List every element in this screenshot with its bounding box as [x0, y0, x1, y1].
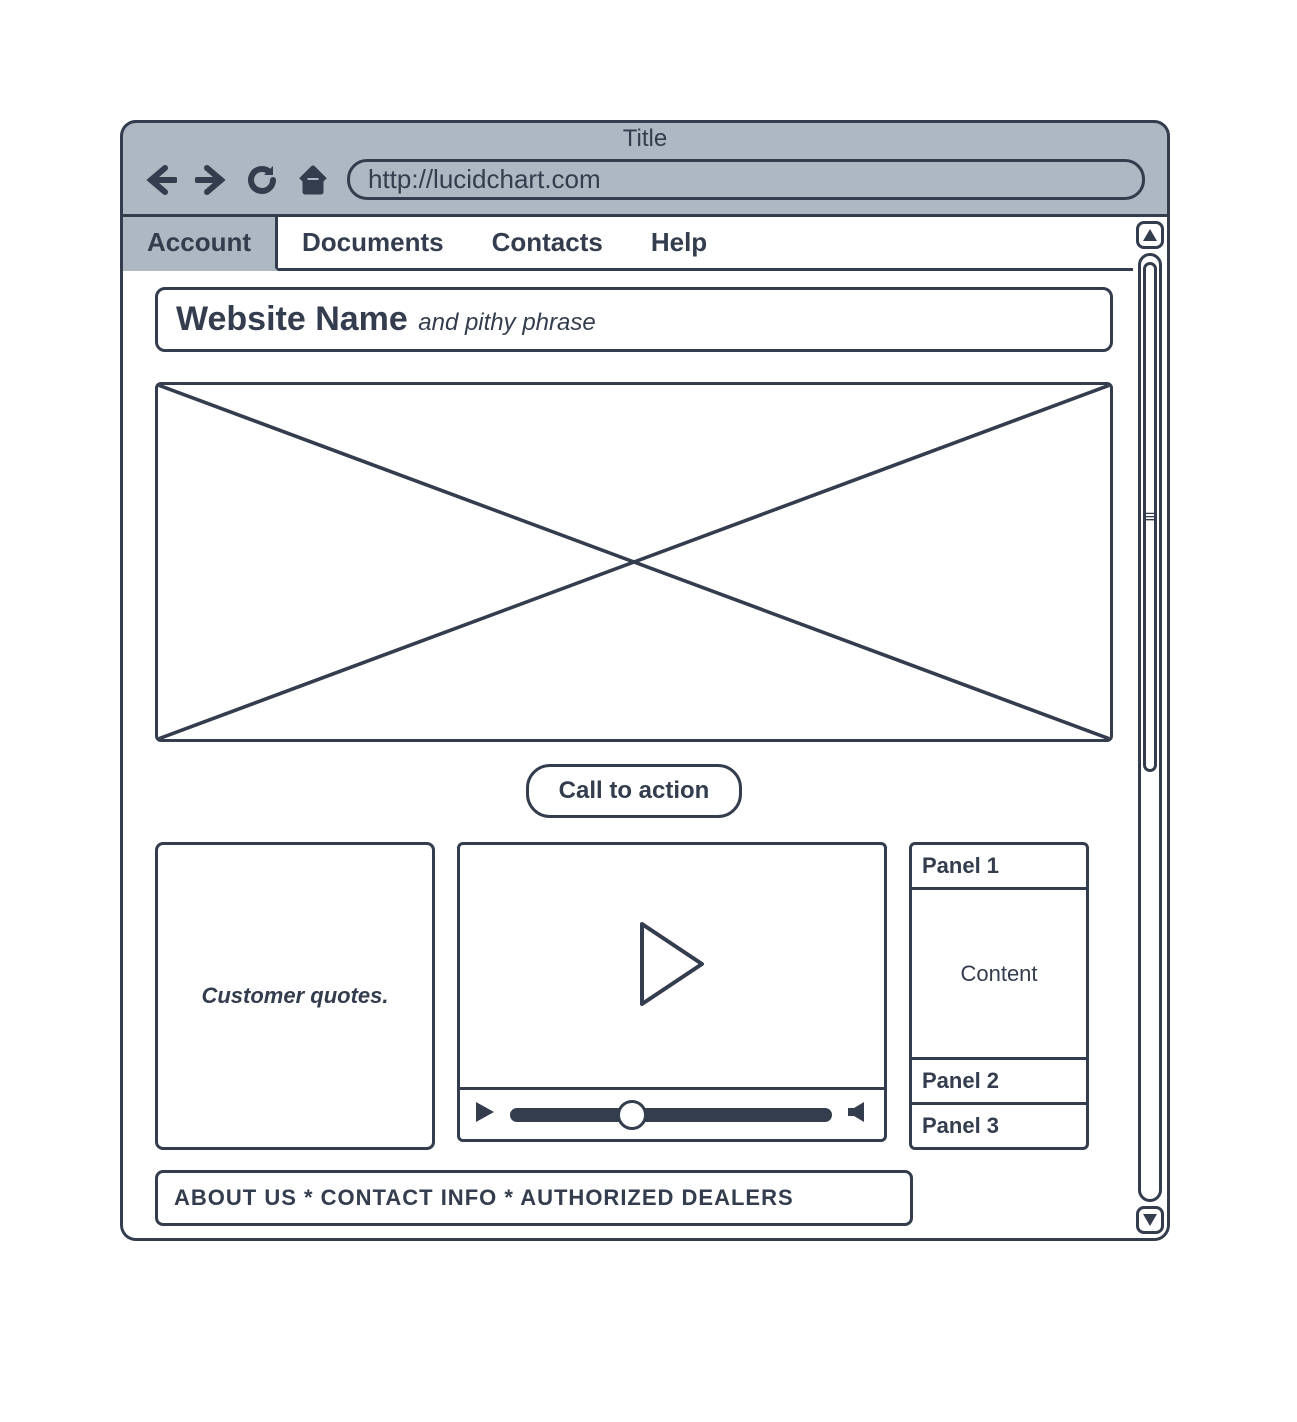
viewport: Account Documents Contacts Help Website … — [123, 217, 1133, 1238]
forward-icon[interactable] — [195, 164, 227, 196]
customer-quotes: Customer quotes. — [155, 842, 435, 1150]
footer-links[interactable]: ABOUT US * CONTACT INFO * AUTHORIZED DEA… — [155, 1170, 913, 1226]
tab-account[interactable]: Account — [123, 217, 278, 271]
site-name-box: Website Name and pithy phrase — [155, 287, 1113, 352]
tab-documents[interactable]: Documents — [278, 217, 468, 268]
scroll-up-icon[interactable] — [1136, 221, 1164, 249]
panel-2-header[interactable]: Panel 2 — [912, 1060, 1086, 1105]
panel-1-content: Content — [912, 890, 1086, 1060]
video-screen[interactable] — [460, 845, 884, 1087]
browser-title: Title — [123, 123, 1167, 153]
browser-toolbar: http://lucidchart.com — [123, 153, 1167, 214]
site-tagline: and pithy phrase — [418, 309, 595, 336]
panel-1-header[interactable]: Panel 1 — [912, 845, 1086, 890]
tab-help[interactable]: Help — [627, 217, 731, 268]
video-seek-knob[interactable] — [617, 1100, 647, 1130]
play-small-icon[interactable] — [474, 1100, 496, 1129]
accordion: Panel 1 Content Panel 2 Panel 3 — [909, 842, 1089, 1150]
back-icon[interactable] — [145, 164, 177, 196]
panel-3-header[interactable]: Panel 3 — [912, 1105, 1086, 1147]
tab-contacts[interactable]: Contacts — [468, 217, 627, 268]
scrollbar[interactable] — [1133, 217, 1167, 1238]
browser-window: Title http://lucidchart.com Account Docu… — [120, 120, 1170, 1241]
video-seek-track[interactable] — [510, 1108, 832, 1122]
site-name: Website Name — [176, 300, 408, 338]
video-controls — [460, 1087, 884, 1139]
play-icon[interactable] — [632, 919, 712, 1014]
hero-image-placeholder — [155, 382, 1113, 742]
cta-button[interactable]: Call to action — [526, 764, 743, 818]
home-icon[interactable] — [297, 164, 329, 196]
nav-tabs: Account Documents Contacts Help — [123, 217, 1133, 271]
scroll-down-icon[interactable] — [1136, 1206, 1164, 1234]
reload-icon[interactable] — [245, 163, 279, 197]
url-bar[interactable]: http://lucidchart.com — [347, 159, 1145, 200]
scroll-thumb[interactable] — [1143, 262, 1157, 772]
volume-icon[interactable] — [846, 1100, 870, 1129]
scroll-track[interactable] — [1138, 253, 1162, 1202]
video-player[interactable] — [457, 842, 887, 1142]
